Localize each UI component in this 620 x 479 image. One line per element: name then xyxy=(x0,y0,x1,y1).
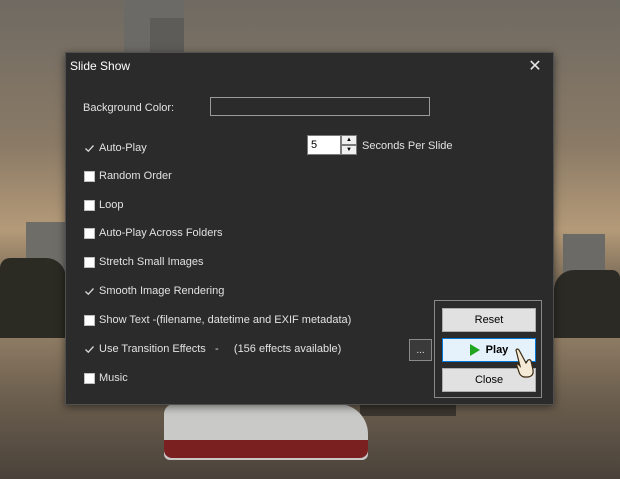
option-random-order[interactable]: Random Order xyxy=(84,170,172,182)
option-music[interactable]: Music xyxy=(84,372,128,384)
music-checkbox[interactable] xyxy=(84,372,95,384)
checkmark-icon xyxy=(85,287,94,295)
dialog-titlebar[interactable]: Slide Show ✕ xyxy=(66,53,553,79)
music-label: Music xyxy=(99,372,128,384)
auto-play-label: Auto-Play xyxy=(99,142,147,154)
option-smooth-image-rendering[interactable]: Smooth Image Rendering xyxy=(84,285,224,297)
loop-label: Loop xyxy=(99,199,124,211)
seconds-spinner[interactable]: ▲ ▼ xyxy=(341,135,357,155)
checkmark-icon xyxy=(85,144,94,152)
reset-button-label: Reset xyxy=(474,314,504,326)
background-boat-hull xyxy=(164,440,368,458)
option-auto-play-across-folders[interactable]: Auto-Play Across Folders xyxy=(84,227,223,239)
background-trees xyxy=(554,270,620,340)
auto-play-checkbox[interactable] xyxy=(84,143,95,154)
auto-play-across-folders-checkbox[interactable] xyxy=(84,227,95,239)
background-building xyxy=(150,18,184,55)
show-text-checkbox[interactable] xyxy=(84,314,95,326)
show-text-label: Show Text -(filename, datetime and EXIF … xyxy=(99,314,352,326)
checkmark-icon xyxy=(85,345,94,353)
dialog-title: Slide Show xyxy=(70,59,131,73)
slide-show-dialog: Slide Show ✕ Background Color: Auto-Play… xyxy=(65,52,554,405)
spin-down-icon[interactable]: ▼ xyxy=(341,145,357,155)
stretch-small-images-checkbox[interactable] xyxy=(84,256,95,268)
option-use-transition-effects[interactable]: Use Transition Effects - (156 effects av… xyxy=(84,343,341,355)
random-order-label: Random Order xyxy=(99,170,172,182)
background-boat xyxy=(360,404,456,416)
play-button-label: Play xyxy=(485,344,509,356)
use-transition-effects-checkbox[interactable] xyxy=(84,344,95,355)
option-show-text[interactable]: Show Text -(filename, datetime and EXIF … xyxy=(84,314,351,326)
background-color-label: Background Color: xyxy=(83,102,175,114)
transition-settings-button[interactable]: ... xyxy=(409,339,432,361)
random-order-checkbox[interactable] xyxy=(84,170,95,182)
option-stretch-small-images[interactable]: Stretch Small Images xyxy=(84,256,204,268)
reset-button[interactable]: Reset xyxy=(442,308,536,332)
background-color-picker[interactable] xyxy=(210,97,430,116)
option-loop[interactable]: Loop xyxy=(84,199,123,211)
auto-play-across-folders-label: Auto-Play Across Folders xyxy=(99,227,223,239)
hand-cursor-icon xyxy=(515,348,534,378)
option-auto-play[interactable]: Auto-Play xyxy=(84,142,147,154)
smooth-image-rendering-label: Smooth Image Rendering xyxy=(99,285,225,297)
seconds-per-slide-label: Seconds Per Slide xyxy=(362,140,453,152)
loop-checkbox[interactable] xyxy=(84,199,95,211)
use-transition-effects-label: Use Transition Effects - (156 effects av… xyxy=(99,343,342,355)
background-trees xyxy=(0,258,66,338)
close-button-label: Close xyxy=(474,374,504,386)
seconds-per-slide-input[interactable]: 5 xyxy=(307,135,341,155)
spin-up-icon[interactable]: ▲ xyxy=(341,135,357,145)
stretch-small-images-label: Stretch Small Images xyxy=(99,256,204,268)
close-icon[interactable]: ✕ xyxy=(523,55,547,77)
smooth-image-rendering-checkbox[interactable] xyxy=(84,286,95,297)
play-icon xyxy=(469,344,480,356)
